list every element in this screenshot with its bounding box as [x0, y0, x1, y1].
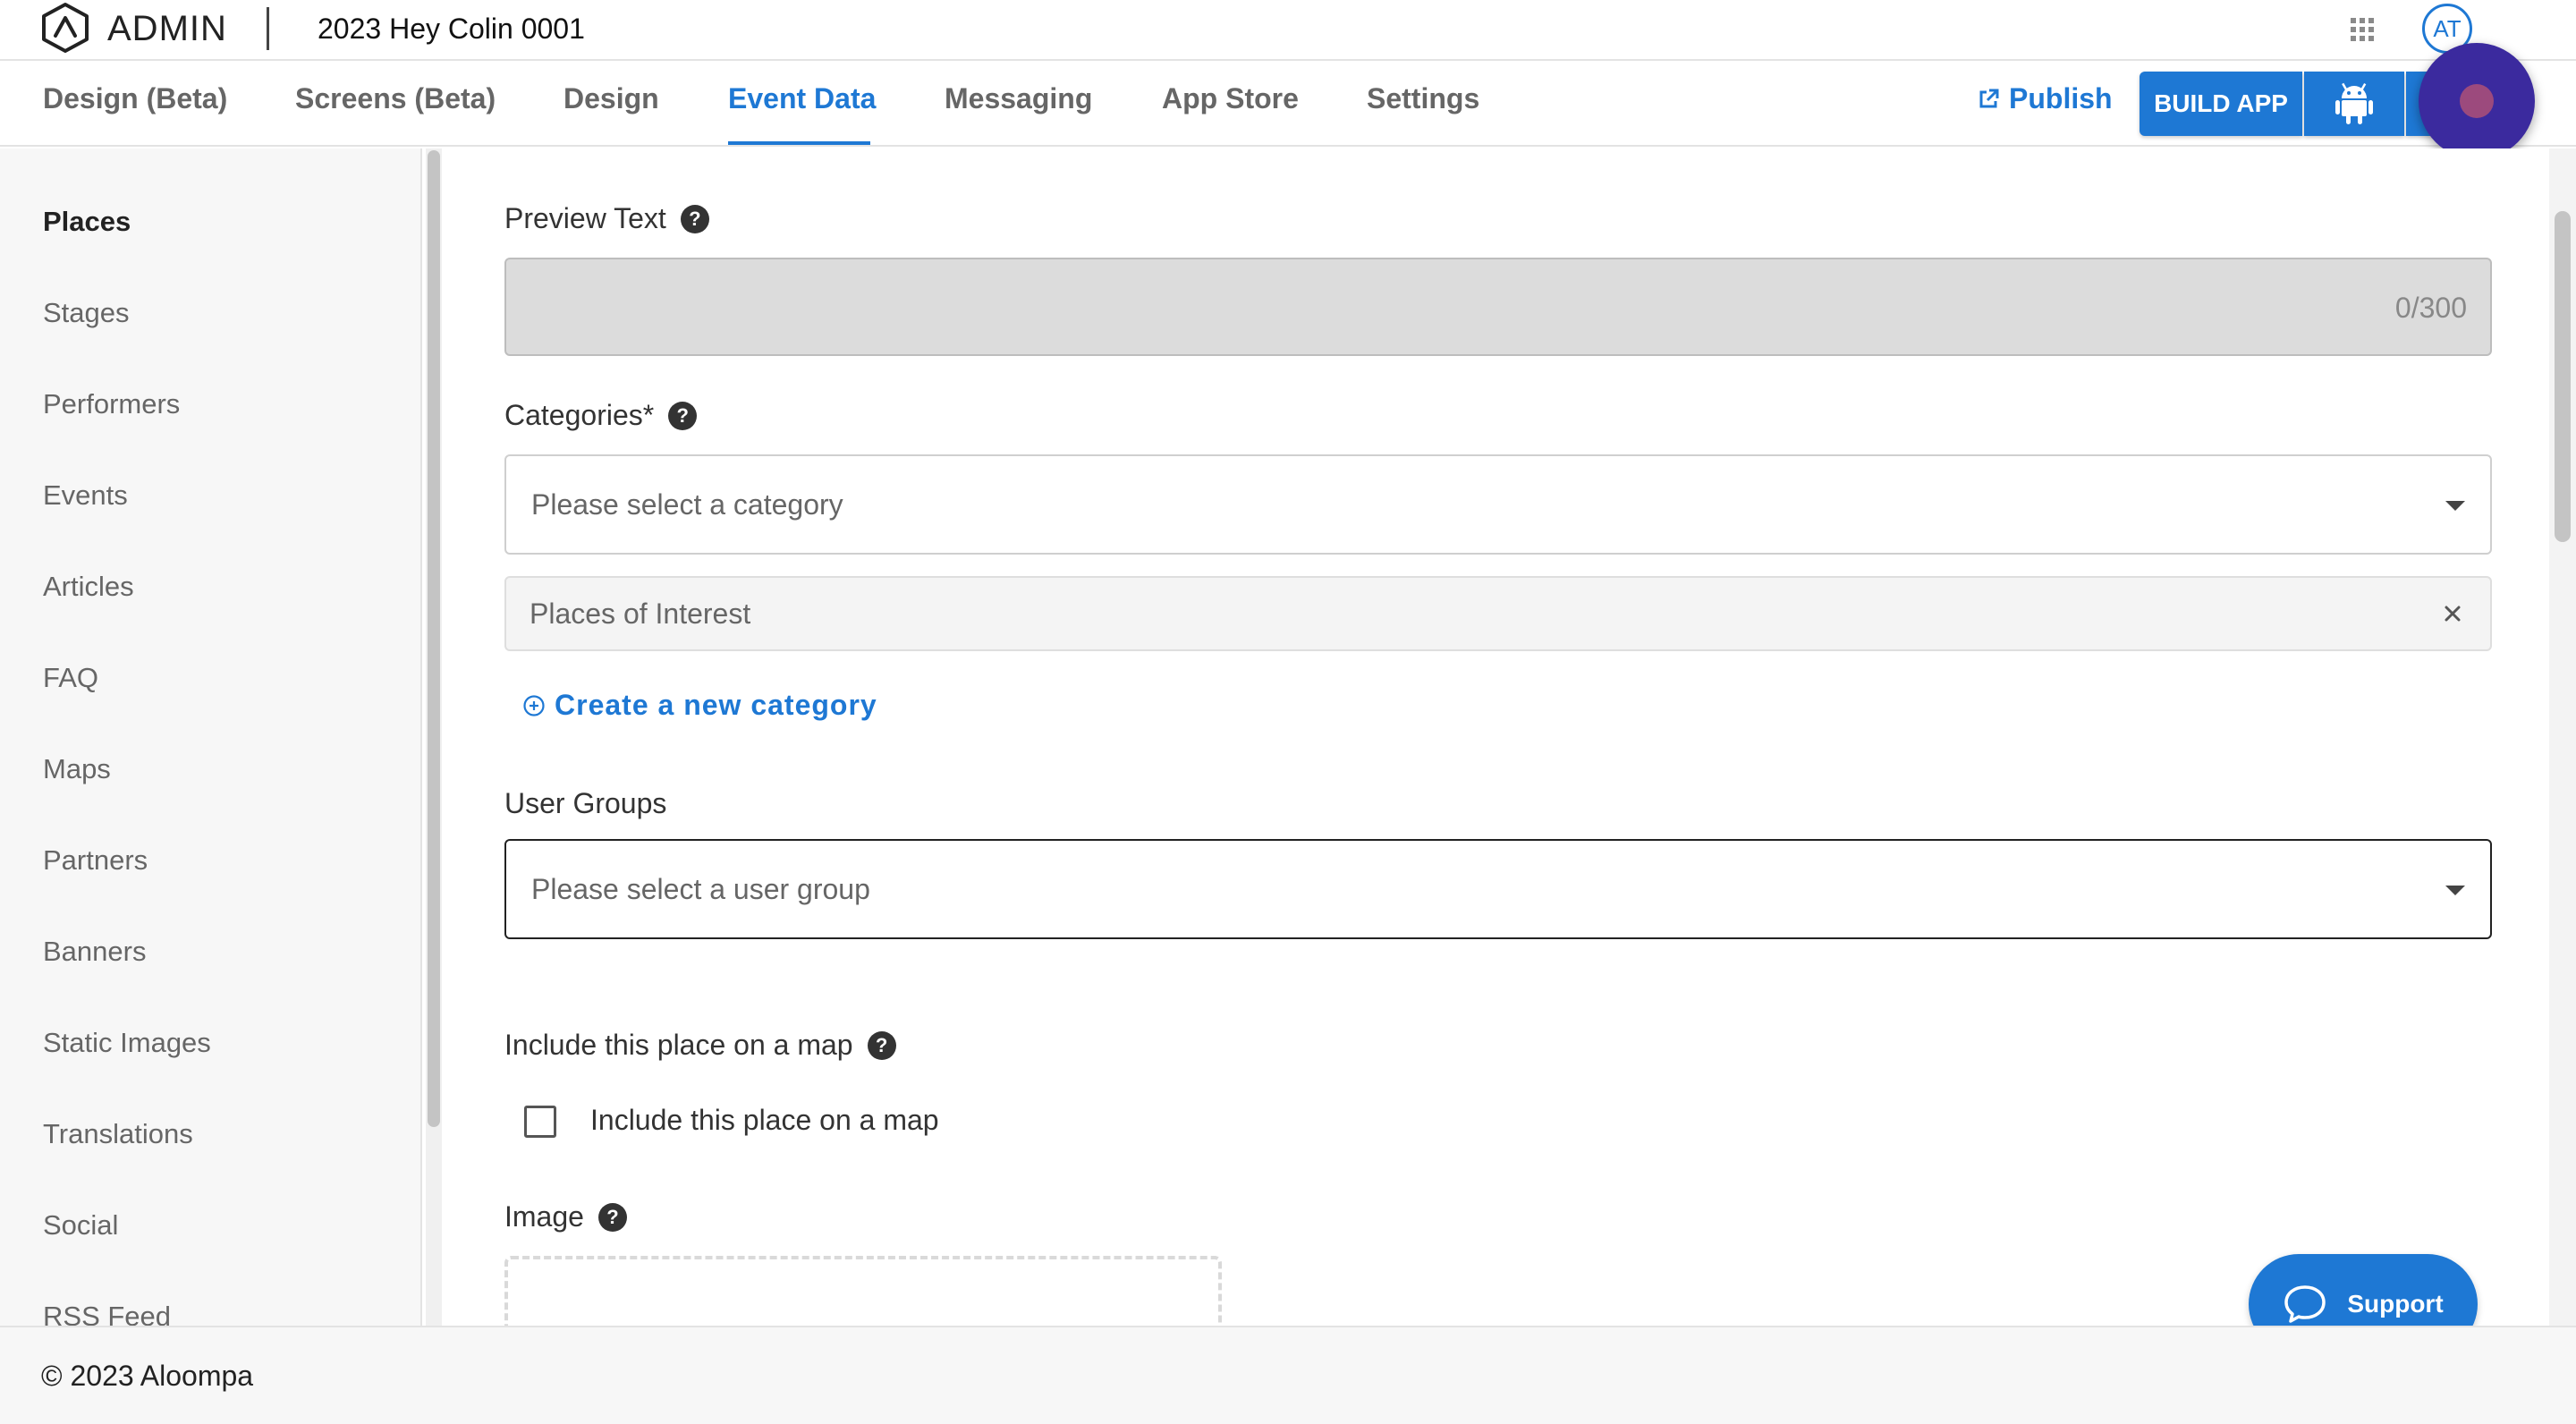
category-select[interactable]: Please select a category	[504, 454, 2492, 555]
add-circle-icon	[523, 694, 545, 716]
chevron-down-icon	[2445, 886, 2465, 895]
external-link-icon	[1979, 89, 1999, 107]
sidebar-item-events[interactable]: Events	[43, 479, 128, 512]
map-label: Include this place on a map	[504, 1029, 853, 1061]
active-tab-indicator	[728, 141, 870, 145]
categories-label: Categories*	[504, 399, 655, 431]
include-on-map-checkbox[interactable]	[524, 1106, 556, 1138]
help-icon[interactable]: ?	[867, 1030, 896, 1060]
support-label: Support	[2347, 1290, 2444, 1318]
publish-button[interactable]: Publish	[1977, 82, 2113, 115]
preview-text-label: Preview Text	[504, 202, 666, 234]
create-category-link[interactable]: Create a new category	[522, 689, 877, 722]
category-select-placeholder: Please select a category	[531, 488, 843, 521]
chevron-down-icon	[2445, 501, 2465, 511]
sidebar-item-performers[interactable]: Performers	[43, 388, 180, 420]
image-upload-dropzone[interactable]	[504, 1256, 1222, 1326]
sidebar-scrollbar-thumb[interactable]	[428, 150, 440, 1127]
close-icon[interactable]	[2436, 598, 2469, 630]
admin-logo-icon[interactable]	[39, 2, 91, 54]
character-counter: 0/300	[2394, 292, 2467, 324]
sidebar-item-banners[interactable]: Banners	[43, 936, 146, 968]
sidebar-item-stages[interactable]: Stages	[43, 297, 130, 329]
user-group-select-placeholder: Please select a user group	[531, 873, 870, 905]
tab-messaging[interactable]: Messaging	[945, 82, 1092, 115]
sidebar-item-partners[interactable]: Partners	[43, 844, 148, 877]
selected-category-label: Places of Interest	[530, 598, 751, 630]
app-title: 2023 Hey Colin 0001	[318, 13, 585, 45]
sidebar-item-social[interactable]: Social	[43, 1209, 118, 1242]
tab-screens-beta[interactable]: Screens (Beta)	[295, 82, 496, 115]
sidebar: Places Stages Performers Events Articles…	[0, 148, 422, 1332]
map-label-row: Include this place on a map ?	[504, 1029, 896, 1062]
sidebar-item-static-images[interactable]: Static Images	[43, 1027, 211, 1059]
include-on-map-checkbox-label[interactable]: Include this place on a map	[590, 1104, 939, 1137]
main-nav: Design (Beta) Screens (Beta) Design Even…	[0, 63, 2576, 147]
help-icon[interactable]: ?	[680, 204, 709, 233]
image-label: Image	[504, 1200, 584, 1233]
tab-design[interactable]: Design	[564, 82, 659, 115]
top-bar: ADMIN 2023 Hey Colin 0001 AT	[0, 0, 2576, 61]
image-label-row: Image ?	[504, 1200, 627, 1233]
apps-grid-icon[interactable]	[2349, 16, 2376, 43]
help-icon[interactable]: ?	[597, 1202, 627, 1232]
user-groups-label-row: User Groups	[504, 787, 666, 820]
tab-app-store[interactable]: App Store	[1162, 82, 1299, 115]
build-app-button[interactable]: BUILD APP	[2140, 72, 2302, 136]
sidebar-item-faq[interactable]: FAQ	[43, 662, 98, 694]
record-dot-icon	[2460, 84, 2494, 118]
user-groups-label: User Groups	[504, 787, 667, 819]
preview-text-label-row: Preview Text ?	[504, 202, 709, 235]
footer: © 2023 Aloompa	[0, 1326, 2576, 1424]
title-divider	[267, 7, 269, 50]
copyright-text: © 2023 Aloompa	[41, 1360, 254, 1392]
sidebar-item-maps[interactable]: Maps	[43, 753, 111, 785]
categories-label-row: Categories* ?	[504, 399, 698, 432]
main-scrollbar-thumb[interactable]	[2555, 211, 2571, 542]
selected-category-chip: Places of Interest	[504, 576, 2492, 651]
sidebar-item-articles[interactable]: Articles	[43, 571, 134, 603]
android-icon	[2335, 82, 2373, 124]
tab-design-beta[interactable]: Design (Beta)	[43, 82, 227, 115]
help-icon[interactable]: ?	[668, 401, 698, 430]
sidebar-item-translations[interactable]: Translations	[43, 1118, 193, 1150]
place-edit-form: Preview Text ? 0/300 Categories* ? Pleas…	[444, 148, 2555, 1326]
screen-recorder-button[interactable]	[2419, 43, 2535, 159]
create-category-label: Create a new category	[555, 689, 877, 721]
tab-event-data[interactable]: Event Data	[728, 82, 876, 115]
publish-label: Publish	[2009, 82, 2113, 114]
chat-bubble-icon	[2284, 1285, 2326, 1323]
user-group-select[interactable]: Please select a user group	[504, 839, 2492, 939]
brand-label: ADMIN	[107, 9, 227, 48]
build-android-button[interactable]	[2304, 72, 2404, 136]
preview-text-field[interactable]: 0/300	[504, 258, 2492, 356]
sidebar-item-places[interactable]: Places	[43, 206, 131, 238]
tab-settings[interactable]: Settings	[1367, 82, 1479, 115]
